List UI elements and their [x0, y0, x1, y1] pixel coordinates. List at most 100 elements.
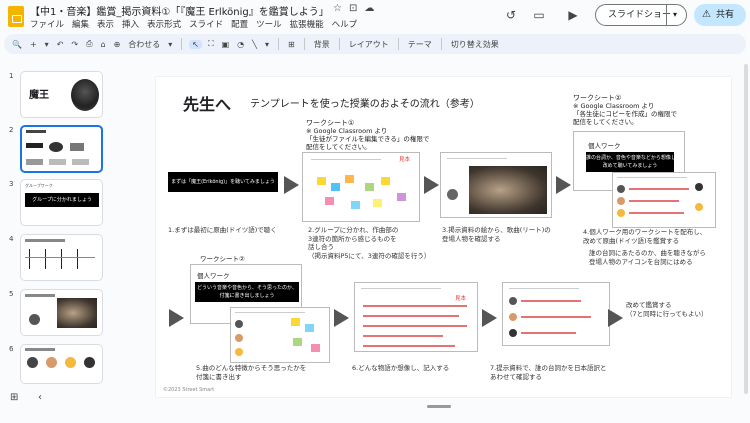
text-line [363, 305, 467, 307]
menu-bar: ファイル 編集 表示 挿入 表示形式 スライド 配置 ツール 拡張機能 ヘルプ [30, 18, 357, 30]
text-line [629, 200, 679, 202]
shape-icon[interactable]: ◔ [235, 40, 246, 49]
thumb-shape [49, 142, 63, 152]
speaker-notes-handle[interactable] [427, 405, 451, 408]
new-slide-icon[interactable]: + [28, 40, 39, 49]
slide-number: 6 [9, 345, 14, 353]
thumb-label: グループワーク [25, 183, 53, 188]
slide-subheading: テンプレートを使った授業のおよその流れ（参考） [250, 99, 480, 110]
sticky-note [293, 338, 302, 346]
step5-caption: 5.曲のどんな特徴からそう思ったかを 付箋に書き出す [196, 364, 307, 381]
slide-thumbnail-3[interactable]: グループワーク グループに分かれましょう [20, 179, 103, 226]
background-button[interactable]: 背景 [312, 39, 332, 50]
zoom-icon[interactable]: ⊕ [112, 40, 123, 49]
select-cursor-icon[interactable]: ↖ [189, 39, 202, 49]
move-folder-icon[interactable]: ⊡ [349, 3, 357, 14]
text-line [363, 345, 455, 347]
painting-image [469, 166, 547, 214]
share-label: 共有 [716, 10, 735, 20]
current-slide[interactable]: 先生へ テンプレートを使った授業のおよその流れ（参考） ワークシート① ※ Go… [156, 77, 731, 397]
slide-filmstrip[interactable]: 1 魔王 2 3 グループワーク グループに分かれましょう 4 5 6 [0, 58, 110, 390]
transition-button[interactable]: 切り替え効果 [449, 39, 501, 50]
star-icon[interactable]: ☆ [333, 3, 342, 14]
collapse-panel-icon[interactable]: ‹ [38, 392, 42, 403]
toolbar-divider [440, 38, 442, 50]
step6-caption: 6.どんな物語か想像し、記入する [352, 364, 450, 372]
menu-help[interactable]: ヘルプ [332, 18, 358, 30]
comment-icon[interactable]: ▭ [530, 6, 548, 24]
thumb-photo [57, 298, 97, 328]
chevron-down-icon[interactable]: ▾ [673, 5, 677, 25]
line-icon[interactable]: ╲ [250, 40, 259, 49]
document-title[interactable]: 【中1・音楽】鑑賞_掲示資料①「『魔王 Erlkönig』を鑑賞しよう」 [30, 3, 329, 18]
toolbar: 🔍 + ▾ ↶ ↷ ⎙ ⌂ ⊕ 合わせる ▾ ↖ ⛶ ▣ ◔ ╲ ▾ ⊞ 背景 … [4, 34, 746, 54]
flow-arrow [556, 176, 571, 194]
slide-thumbnail-1[interactable]: 魔王 [20, 71, 103, 118]
zoom-fit-select[interactable]: 合わせる [126, 39, 162, 50]
character-icon [617, 209, 625, 217]
search-menus-icon[interactable]: 🔍 [10, 40, 24, 49]
slide-thumbnail-2[interactable] [20, 125, 103, 173]
chevron-down-icon[interactable]: ▾ [263, 40, 271, 49]
step8-caption: 改めて鑑賞する （7と同時に行ってもよい） [626, 301, 708, 318]
grid-view-icon[interactable]: ⊞ [10, 392, 18, 403]
frame-select-icon[interactable]: ⛶ [206, 39, 216, 49]
history-icon[interactable]: ↺ [502, 6, 520, 24]
undo-icon[interactable]: ↶ [55, 40, 66, 49]
personal-work-label: 個人ワーク [588, 142, 621, 150]
menu-arrange[interactable]: 配置 [231, 18, 248, 30]
menu-edit[interactable]: 編集 [72, 18, 89, 30]
comment-add-icon[interactable]: ⊞ [286, 40, 297, 49]
thumb-line [77, 249, 78, 269]
step1-caption: 1.まずは最初に原曲(ドイツ語)で聴く [168, 226, 277, 234]
sticky-note [345, 175, 354, 183]
slides-logo-icon[interactable] [8, 6, 24, 27]
text-line [363, 335, 443, 337]
menu-extensions[interactable]: 拡張機能 [290, 18, 324, 30]
chevron-down-icon[interactable]: ▾ [166, 40, 174, 49]
slide-canvas[interactable]: 先生へ テンプレートを使った授業のおよその流れ（参考） ワークシート① ※ Go… [112, 58, 750, 403]
sticky-note [351, 201, 360, 209]
menu-insert[interactable]: 挿入 [122, 18, 139, 30]
menu-file[interactable]: ファイル [30, 18, 64, 30]
menu-slide[interactable]: スライド [189, 18, 223, 30]
theme-button[interactable]: テーマ [406, 39, 434, 50]
slide-number: 2 [9, 126, 14, 134]
character-icon [509, 313, 517, 321]
step6-card: 見本 [354, 282, 478, 352]
chevron-down-icon[interactable]: ▾ [43, 40, 51, 49]
worksheet2b-title: ワークシート② [200, 255, 245, 263]
toolbar-divider [303, 38, 305, 50]
character-icon [509, 329, 517, 337]
portrait-image [71, 79, 99, 111]
print-icon[interactable]: ⎙ [84, 39, 94, 49]
cloud-status-icon[interactable]: ☁ [364, 3, 374, 14]
step4-note: 誰の台詞にあたるのか、曲を聴きながら 登場人物のアイコンを台詞にはめる [589, 249, 706, 266]
paint-format-icon[interactable]: ⌂ [99, 40, 108, 49]
slide-thumbnail-6[interactable] [20, 344, 103, 384]
sticky-note [397, 193, 406, 201]
slide-thumbnail-5[interactable] [20, 289, 103, 336]
slideshow-button[interactable]: スライドショー ▾ [595, 4, 687, 26]
thumb-shape [49, 159, 66, 165]
redo-icon[interactable]: ↷ [69, 40, 80, 49]
image-icon[interactable]: ▣ [220, 40, 232, 49]
menu-view[interactable]: 表示 [97, 18, 114, 30]
slide-thumbnail-4[interactable] [20, 234, 103, 281]
character-icon [235, 348, 243, 356]
share-button[interactable]: ⚠ 共有 [694, 4, 746, 26]
menu-tools[interactable]: ツール [256, 18, 282, 30]
text-line [521, 332, 576, 334]
thumb-heading [25, 348, 55, 351]
layout-button[interactable]: レイアウト [347, 39, 391, 50]
thumb-heading [25, 239, 65, 242]
thumb-line [25, 257, 95, 258]
text-line [521, 300, 581, 302]
step3-card [440, 152, 552, 218]
card-line [509, 288, 579, 289]
worksheet2-label: ワークシート② ※ Google Classroom より 「各生徒にコピーを作… [573, 94, 677, 126]
meet-video-icon[interactable]: ▶ [562, 6, 584, 24]
menu-format[interactable]: 表示形式 [147, 18, 181, 30]
card-line [361, 288, 441, 289]
vertical-scrollbar[interactable] [744, 64, 748, 394]
